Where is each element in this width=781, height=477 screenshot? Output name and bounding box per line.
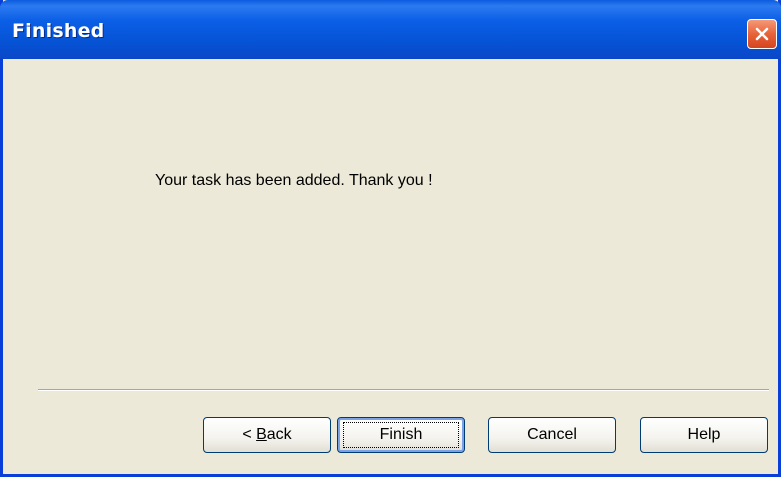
button-separator xyxy=(38,389,769,391)
help-button[interactable]: Help xyxy=(640,417,768,453)
close-button[interactable] xyxy=(747,19,777,49)
window-title: Finished xyxy=(12,20,105,42)
confirmation-message: Your task has been added. Thank you ! xyxy=(155,172,433,189)
help-button-label: Help xyxy=(687,426,721,443)
finish-button[interactable]: Finish xyxy=(337,417,465,453)
cancel-button[interactable]: Cancel xyxy=(488,417,616,453)
back-button-label: < Back xyxy=(242,426,292,443)
finished-dialog: Finished Your task has been added. Thank… xyxy=(0,0,781,477)
finish-button-label: Finish xyxy=(342,422,460,448)
cancel-button-label: Cancel xyxy=(527,426,577,443)
close-icon xyxy=(755,27,769,41)
back-button[interactable]: < Back xyxy=(203,417,331,453)
title-bar[interactable]: Finished xyxy=(0,0,781,59)
